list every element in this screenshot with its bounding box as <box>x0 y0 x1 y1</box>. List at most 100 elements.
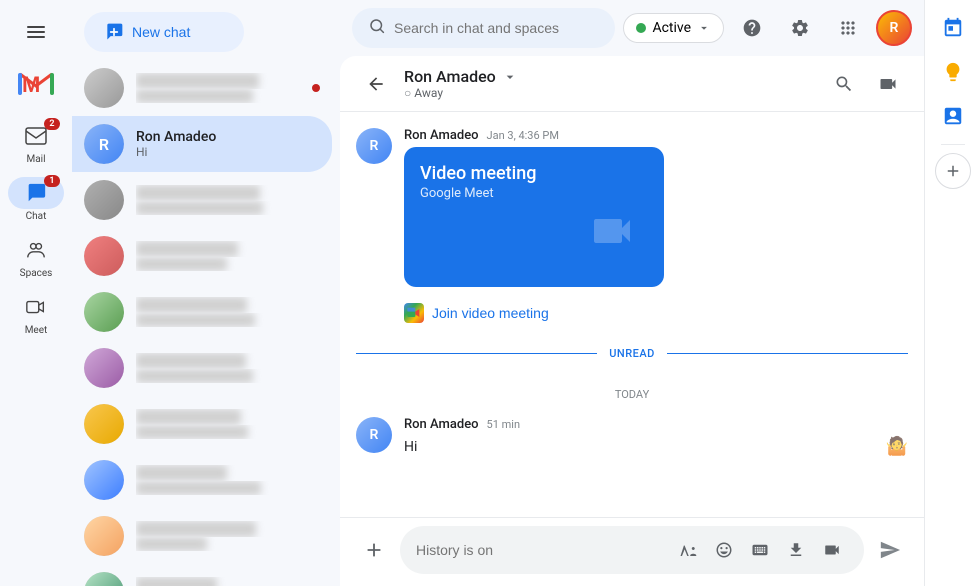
list-item[interactable]: Contact Name Here Preview message text <box>72 60 332 116</box>
message-meta: Ron Amadeo Jan 3, 4:36 PM <box>404 128 908 143</box>
right-panel-tasks-icon[interactable] <box>933 96 973 136</box>
chat-header-info: Ron Amadeo ○ Away <box>404 67 824 100</box>
camera-icon <box>580 207 644 267</box>
chat-info: Ron Amadeo Hi <box>136 129 320 159</box>
unread-divider: UNREAD <box>356 347 908 360</box>
chat-search-button[interactable] <box>824 64 864 104</box>
meet-icon <box>24 295 48 319</box>
avatar <box>84 68 124 108</box>
active-status-button[interactable]: Active <box>623 13 724 43</box>
spaces-icon <box>24 238 48 262</box>
input-row <box>356 526 908 574</box>
spaces-label: Spaces <box>20 268 53 279</box>
contact-status: ○ Away <box>404 86 824 100</box>
chat-main: Ron Amadeo ○ Away <box>340 56 924 586</box>
chat-info: Contact Name Here Preview message text <box>136 73 312 103</box>
list-item[interactable]: Some Person Name Some preview message <box>72 172 332 228</box>
upload-button[interactable] <box>780 534 812 566</box>
message-row-2: R Ron Amadeo 51 min Hi 🤷 <box>356 417 908 457</box>
message-row: R Ron Amadeo Jan 3, 4:36 PM Video meetin… <box>356 128 908 327</box>
list-item[interactable]: Contact Nine Message preview nine <box>72 564 332 586</box>
list-item-ron-amadeo[interactable]: R Ron Amadeo Hi <box>72 116 332 172</box>
nav-item-meet[interactable]: Meet <box>4 287 68 340</box>
avatar <box>84 572 124 586</box>
message-content-2: Ron Amadeo 51 min Hi 🤷 <box>404 417 908 457</box>
top-bar: Active R <box>340 0 924 56</box>
top-bar-actions: Active R <box>623 8 912 48</box>
avatar <box>84 404 124 444</box>
right-panel-add-button[interactable] <box>935 153 971 189</box>
send-button[interactable] <box>872 532 908 568</box>
message-sender-2: Ron Amadeo <box>404 417 479 432</box>
search-input[interactable] <box>394 20 599 36</box>
unread-line-left <box>356 353 597 354</box>
list-item[interactable]: User Contact Five Another message text <box>72 340 332 396</box>
nav-item-chat[interactable]: 1 Chat <box>4 173 68 226</box>
new-chat-button[interactable]: New chat <box>84 12 244 52</box>
gmail-logo: M <box>8 64 64 104</box>
emoji-button[interactable] <box>708 534 740 566</box>
message-meta-2: Ron Amadeo 51 min <box>404 417 908 432</box>
right-panel <box>924 0 980 586</box>
right-panel-notes-icon[interactable] <box>933 52 973 92</box>
message-sender: Ron Amadeo <box>404 128 479 143</box>
contact-name: Ron Amadeo <box>404 67 496 86</box>
hamburger-button[interactable] <box>12 8 60 56</box>
active-label: Active <box>652 20 691 36</box>
list-item[interactable]: Another Contact Preview text here <box>72 228 332 284</box>
message-text: Hi <box>404 439 417 455</box>
unread-label: UNREAD <box>609 347 655 360</box>
ron-amadeo-name: Ron Amadeo <box>136 129 320 145</box>
chat-header-name: Ron Amadeo <box>404 67 824 86</box>
message-time-2: 51 min <box>487 418 521 431</box>
search-bar[interactable] <box>352 8 615 48</box>
avatar <box>84 348 124 388</box>
format-text-button[interactable] <box>672 534 704 566</box>
help-button[interactable] <box>732 8 772 48</box>
list-item[interactable]: Person Eight Name Preview eight <box>72 508 332 564</box>
video-card-title: Video meeting <box>420 163 648 184</box>
chat-sidebar: New chat Contact Name Here Preview messa… <box>72 0 340 586</box>
chat-sidebar-header: New chat <box>72 0 340 60</box>
nav-item-mail[interactable]: 2 Mail <box>4 116 68 169</box>
ron-amadeo-preview: Hi <box>136 145 320 159</box>
video-meeting-card: Video meeting Google Meet <box>404 147 664 287</box>
avatar <box>84 516 124 556</box>
chat-header-actions <box>824 64 908 104</box>
meet-logo-icon <box>404 303 424 323</box>
back-button[interactable] <box>356 64 396 104</box>
gmail-nav: M 2 Mail 1 Chat <box>0 0 72 586</box>
chat-name: Contact Name Here <box>136 73 312 89</box>
message-input[interactable] <box>416 542 664 558</box>
new-chat-label: New chat <box>132 24 190 40</box>
avatar <box>84 180 124 220</box>
chat-label: Chat <box>26 211 47 222</box>
chat-list: Contact Name Here Preview message text R… <box>72 60 340 586</box>
avatar <box>84 236 124 276</box>
message-avatar: R <box>356 128 392 164</box>
list-item[interactable]: Contact Seven Short message preview <box>72 452 332 508</box>
right-panel-calendar-icon[interactable] <box>933 8 973 48</box>
messages-area: R Ron Amadeo Jan 3, 4:36 PM Video meetin… <box>340 112 924 517</box>
avatar <box>84 292 124 332</box>
chat-preview: Preview message text <box>136 89 312 103</box>
meet-label: Meet <box>25 325 48 336</box>
join-meeting-button[interactable]: Join video meeting <box>404 299 549 327</box>
user-avatar[interactable]: R <box>876 10 912 46</box>
nav-item-spaces[interactable]: Spaces <box>4 230 68 283</box>
add-attachment-button[interactable] <box>356 532 392 568</box>
video-button[interactable] <box>816 534 848 566</box>
settings-button[interactable] <box>780 8 820 48</box>
today-label: TODAY <box>356 388 908 401</box>
video-card-subtitle: Google Meet <box>420 186 648 201</box>
chat-header: Ron Amadeo ○ Away <box>340 56 924 112</box>
join-label: Join video meeting <box>432 305 549 321</box>
keyboard-button[interactable] <box>744 534 776 566</box>
unread-line-right <box>667 353 908 354</box>
list-item[interactable]: Contact Six Here Preview message six <box>72 396 332 452</box>
apps-button[interactable] <box>828 8 868 48</box>
video-call-button[interactable] <box>868 64 908 104</box>
message-input-box[interactable] <box>400 526 864 574</box>
list-item[interactable]: Group Chat Name Last message preview <box>72 284 332 340</box>
svg-text:M: M <box>22 72 40 97</box>
